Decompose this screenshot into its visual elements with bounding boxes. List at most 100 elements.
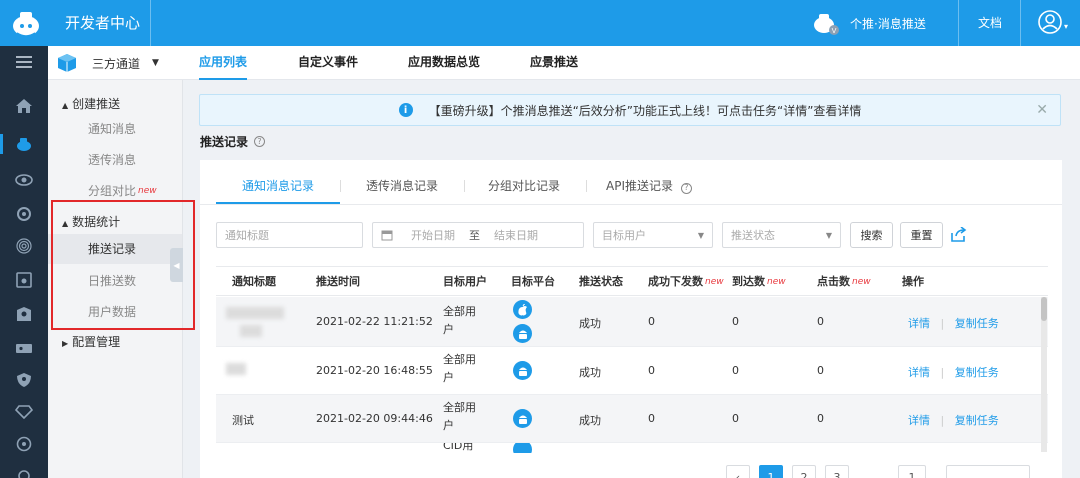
app-switcher[interactable]: V 个推·消息推送 [812,0,926,46]
tab-underline [200,204,1062,205]
copy-task-link[interactable]: 复制任务 [955,317,999,330]
divider [1020,0,1021,46]
docs-link[interactable]: 文档 [978,0,1002,46]
export-icon[interactable] [950,226,967,246]
target-user-select[interactable]: 目标用户 ▼ [593,222,713,248]
col-time: 推送时间 [316,275,360,288]
cloud-shield-icon[interactable] [0,430,48,458]
chevron-down-icon: ▼ [697,231,704,240]
getui-logo-icon[interactable] [0,0,52,46]
chevron-down-icon[interactable]: ▾ [1064,22,1068,31]
col-clicks: 点击数 new [817,275,871,288]
push-time: 2021-02-20 09:44:46 [316,412,433,425]
page-jump-input[interactable]: 1 [898,465,926,478]
divider: | [933,414,952,427]
calendar-icon [381,230,393,241]
tab-app-list[interactable]: 应用列表 [199,46,248,80]
page-button[interactable]: 1 [759,465,783,478]
tab-custom-events[interactable]: 自定义事件 [298,46,358,80]
icon-rail [0,46,48,478]
screen-icon[interactable] [0,266,48,294]
project-switcher[interactable]: 三方通道 ▼ [56,46,159,80]
security-icon[interactable] [0,366,48,394]
sidebar-group-config[interactable]: ▶ 配置管理 [62,333,120,350]
eye-icon[interactable] [0,166,48,194]
arrived-count: 0 [732,315,739,328]
menu-icon[interactable] [0,48,48,76]
prev-page-button[interactable]: ‹ [726,465,750,478]
help-icon[interactable]: ? [254,136,266,147]
divider [958,0,959,46]
more-icon[interactable] [0,460,48,478]
table-row[interactable]: 测试 2021-02-20 09:44:46 全部用户 成功 0 0 0 详情 … [216,395,1048,443]
scrollbar-thumb[interactable] [1041,297,1047,321]
tab-passthrough-records[interactable]: 透传消息记录 [340,168,464,204]
delivered-count: 0 [648,364,655,377]
col-platform: 目标平台 [511,275,555,288]
delivered-count: 0 [648,315,655,328]
row-actions: 详情 | 复制任务 [908,315,999,331]
title-search-input[interactable]: 通知标题 [216,222,363,248]
shield-user-icon[interactable] [0,300,48,328]
diamond-icon[interactable] [0,398,48,426]
arrived-count: 0 [732,412,739,425]
target-user: 全部用户 [443,401,476,432]
app-name: 个推·消息推送 [850,16,926,31]
detail-link[interactable]: 详情 [908,414,930,427]
col-actions: 操作 [902,275,924,288]
page-size-select[interactable] [946,465,1030,478]
tab-app-data-overview[interactable]: 应用数据总览 [408,46,480,80]
info-icon: i [398,103,413,117]
android-icon [513,361,532,380]
sidebar-item-notification[interactable]: 通知消息 [48,114,182,144]
notice-text: 【重磅升级】个推消息推送“后效分析”功能正式上线！可点击任务“详情”查看详情 [428,103,862,118]
reset-button[interactable]: 重置 [900,222,943,248]
push-time: 2021-02-22 11:21:52 [316,315,433,328]
copy-task-link[interactable]: 复制任务 [955,366,999,379]
tab-api-records[interactable]: API推送记录 ? [580,168,718,204]
col-title: 通知标题 [232,275,276,288]
android-icon [513,324,532,343]
page-button[interactable]: 2 [792,465,816,478]
search-button[interactable]: 搜索 [850,222,893,248]
table-row[interactable]: CID用 [216,443,1048,453]
detail-link[interactable]: 详情 [908,317,930,330]
click-count: 0 [817,364,824,377]
table-scrollbar[interactable] [1041,297,1047,452]
push-status: 成功 [579,414,601,427]
tab-group-compare-records[interactable]: 分组对比记录 [462,168,586,204]
records-card: 通知消息记录 透传消息记录 分组对比记录 API推送记录 ? 通知标题 开始日期… [200,160,1062,478]
triangle-up-icon: ▲ [62,101,69,110]
sub-header: 三方通道 ▼ 应用列表 自定义事件 应用数据总览 应景推送 [48,46,1080,80]
android-icon [513,409,532,428]
row-actions: 详情 | 复制任务 [908,364,999,380]
page-button[interactable]: 3 [825,465,849,478]
sidebar-group-create-push[interactable]: ▲ 创建推送 [62,95,120,112]
table-row[interactable]: 2021-02-20 16:48:55 全部用户 成功 0 0 0 详情 | 复… [216,347,1048,395]
refresh-icon[interactable] [0,200,48,228]
col-status: 推送状态 [579,275,623,288]
new-badge: new [767,277,786,287]
tab-notification-records[interactable]: 通知消息记录 [216,168,341,204]
copy-task-link[interactable]: 复制任务 [955,414,999,427]
help-icon[interactable]: ? [680,182,692,194]
detail-link[interactable]: 详情 [908,366,930,379]
brand-title[interactable]: 开发者中心 [65,0,140,46]
push-bird-icon[interactable] [0,130,48,158]
redacted-title [226,307,284,319]
sidebar-item-passthrough[interactable]: 透传消息 [48,145,182,175]
home-icon[interactable] [0,92,48,120]
tab-scene-push[interactable]: 应景推送 [530,46,578,80]
target-user: 全部用户 [443,353,476,384]
push-time: 2021-02-20 16:48:55 [316,364,433,377]
apple-icon [513,300,532,319]
collapse-sidebar-handle[interactable]: ◀ [170,248,183,282]
push-status-select[interactable]: 推送状态 ▼ [722,222,841,248]
table-row[interactable]: 2021-02-22 11:21:52 全部用户 成功 0 0 0 详情 | 复… [216,297,1048,347]
date-range-picker[interactable]: 开始日期 至 结束日期 [372,222,584,248]
user-account-icon[interactable] [1036,8,1064,36]
close-icon[interactable]: ✕ [1036,102,1048,118]
ticket-icon[interactable] [0,334,48,362]
fingerprint-icon[interactable] [0,232,48,260]
col-target: 目标用户 [443,275,487,288]
